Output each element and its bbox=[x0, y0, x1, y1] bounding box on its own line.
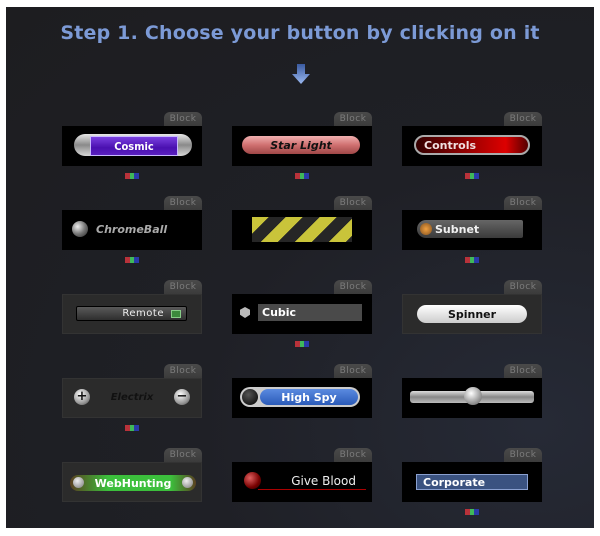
button-preview[interactable]: High Spy bbox=[232, 378, 372, 418]
button-preview[interactable]: Controls bbox=[402, 126, 542, 166]
led-icon bbox=[171, 310, 181, 318]
color-options-icon[interactable] bbox=[295, 173, 310, 179]
color-options-icon[interactable] bbox=[465, 257, 480, 263]
button-preview[interactable]: Cubic bbox=[232, 294, 372, 334]
color-options-icon[interactable] bbox=[125, 257, 140, 263]
subnet-label: Subnet bbox=[435, 222, 480, 236]
button-tile-webhunting[interactable]: Block WebHunting bbox=[62, 448, 204, 508]
button-preview[interactable]: ChromeBall bbox=[62, 210, 202, 250]
block-tab[interactable]: Block bbox=[164, 364, 202, 379]
button-preview[interactable]: Remote bbox=[62, 294, 202, 334]
webhunting-label: WebHunting bbox=[94, 476, 172, 490]
electrix-button[interactable]: Electrix bbox=[98, 388, 166, 406]
block-tab[interactable]: Block bbox=[504, 448, 542, 463]
remote-button[interactable]: Remote bbox=[76, 306, 187, 321]
button-tile-chromeball[interactable]: Block ChromeBall bbox=[62, 196, 204, 263]
slider-thumb[interactable] bbox=[464, 387, 482, 405]
color-options-icon[interactable] bbox=[465, 509, 480, 515]
button-preview[interactable]: + Electrix − bbox=[62, 378, 202, 418]
block-tab[interactable]: Block bbox=[334, 364, 372, 379]
button-tile-cosmic[interactable]: Block Cosmic bbox=[62, 112, 204, 179]
screw-icon bbox=[73, 477, 84, 488]
button-tile-controls[interactable]: Block Controls bbox=[402, 112, 544, 179]
block-tab[interactable]: Block bbox=[164, 112, 202, 127]
screw-icon bbox=[182, 477, 193, 488]
button-preview[interactable] bbox=[232, 210, 372, 250]
cubic-button[interactable]: Cubic bbox=[258, 304, 362, 321]
button-preview[interactable]: Give Blood bbox=[232, 462, 372, 502]
block-tab[interactable]: Block bbox=[334, 280, 372, 295]
block-tab[interactable]: Block bbox=[504, 280, 542, 295]
subnet-button[interactable]: Subnet bbox=[417, 220, 523, 238]
black-ball-icon bbox=[242, 389, 258, 405]
chromeball-button[interactable]: ChromeBall bbox=[96, 220, 167, 238]
block-tab[interactable]: Block bbox=[164, 448, 202, 463]
block-tab[interactable]: Block bbox=[164, 280, 202, 295]
color-options-icon[interactable] bbox=[125, 425, 140, 431]
button-tile-high-spy[interactable]: Block High Spy bbox=[232, 364, 374, 424]
block-tab[interactable]: Block bbox=[334, 448, 372, 463]
webhunting-button[interactable]: WebHunting bbox=[70, 475, 196, 491]
button-tile-give-blood[interactable]: Block Give Blood bbox=[232, 448, 374, 508]
hazard-stripes-button[interactable] bbox=[252, 217, 352, 242]
blood-drop-icon bbox=[244, 472, 261, 489]
button-tile-remote[interactable]: Block Remote bbox=[62, 280, 204, 340]
block-tab[interactable]: Block bbox=[334, 196, 372, 211]
color-options-icon[interactable] bbox=[125, 173, 140, 179]
arrow-down-icon bbox=[292, 64, 310, 84]
plus-icon[interactable]: + bbox=[74, 389, 90, 405]
block-tab[interactable]: Block bbox=[164, 196, 202, 211]
button-tile-star-light[interactable]: Block Star Light bbox=[232, 112, 374, 179]
button-tile-slider[interactable]: Block bbox=[402, 364, 544, 424]
controls-button[interactable]: Controls bbox=[414, 135, 530, 155]
button-preview[interactable]: Star Light bbox=[232, 126, 372, 166]
color-options-icon[interactable] bbox=[295, 341, 310, 347]
corporate-button[interactable]: Corporate bbox=[416, 474, 528, 490]
button-preview[interactable]: Corporate bbox=[402, 462, 542, 502]
color-options-icon[interactable] bbox=[465, 173, 480, 179]
minus-icon[interactable]: − bbox=[174, 389, 190, 405]
button-preview[interactable]: WebHunting bbox=[62, 462, 202, 502]
cosmic-button[interactable]: Cosmic bbox=[90, 136, 178, 156]
button-preview[interactable]: Cosmic bbox=[62, 126, 202, 166]
cosmic-frame: Cosmic bbox=[74, 134, 192, 156]
block-tab[interactable]: Block bbox=[334, 112, 372, 127]
star-light-button[interactable]: Star Light bbox=[242, 136, 360, 154]
button-preview[interactable] bbox=[402, 378, 542, 418]
page-title: Step 1. Choose your button by clicking o… bbox=[60, 22, 540, 44]
button-preview[interactable]: Subnet bbox=[402, 210, 542, 250]
remote-label: Remote bbox=[122, 308, 164, 319]
button-tile-corporate[interactable]: Block Corporate bbox=[402, 448, 544, 515]
cube-icon bbox=[240, 307, 250, 318]
block-tab[interactable]: Block bbox=[504, 364, 542, 379]
button-tile-hazard-stripes[interactable]: Block bbox=[232, 196, 374, 256]
orb-icon bbox=[420, 223, 432, 235]
button-preview[interactable]: Spinner bbox=[402, 294, 542, 334]
give-blood-button[interactable]: Give Blood bbox=[272, 472, 356, 490]
high-spy-button[interactable]: High Spy bbox=[260, 389, 358, 405]
block-tab[interactable]: Block bbox=[504, 112, 542, 127]
button-tile-cubic[interactable]: Block Cubic bbox=[232, 280, 374, 347]
button-tile-spinner[interactable]: Block Spinner bbox=[402, 280, 544, 340]
block-tab[interactable]: Block bbox=[504, 196, 542, 211]
button-tile-subnet[interactable]: Block Subnet bbox=[402, 196, 544, 263]
button-tile-electrix[interactable]: Block + Electrix − bbox=[62, 364, 204, 431]
chrome-ball-icon bbox=[72, 221, 88, 237]
spinner-button[interactable]: Spinner bbox=[417, 305, 527, 323]
